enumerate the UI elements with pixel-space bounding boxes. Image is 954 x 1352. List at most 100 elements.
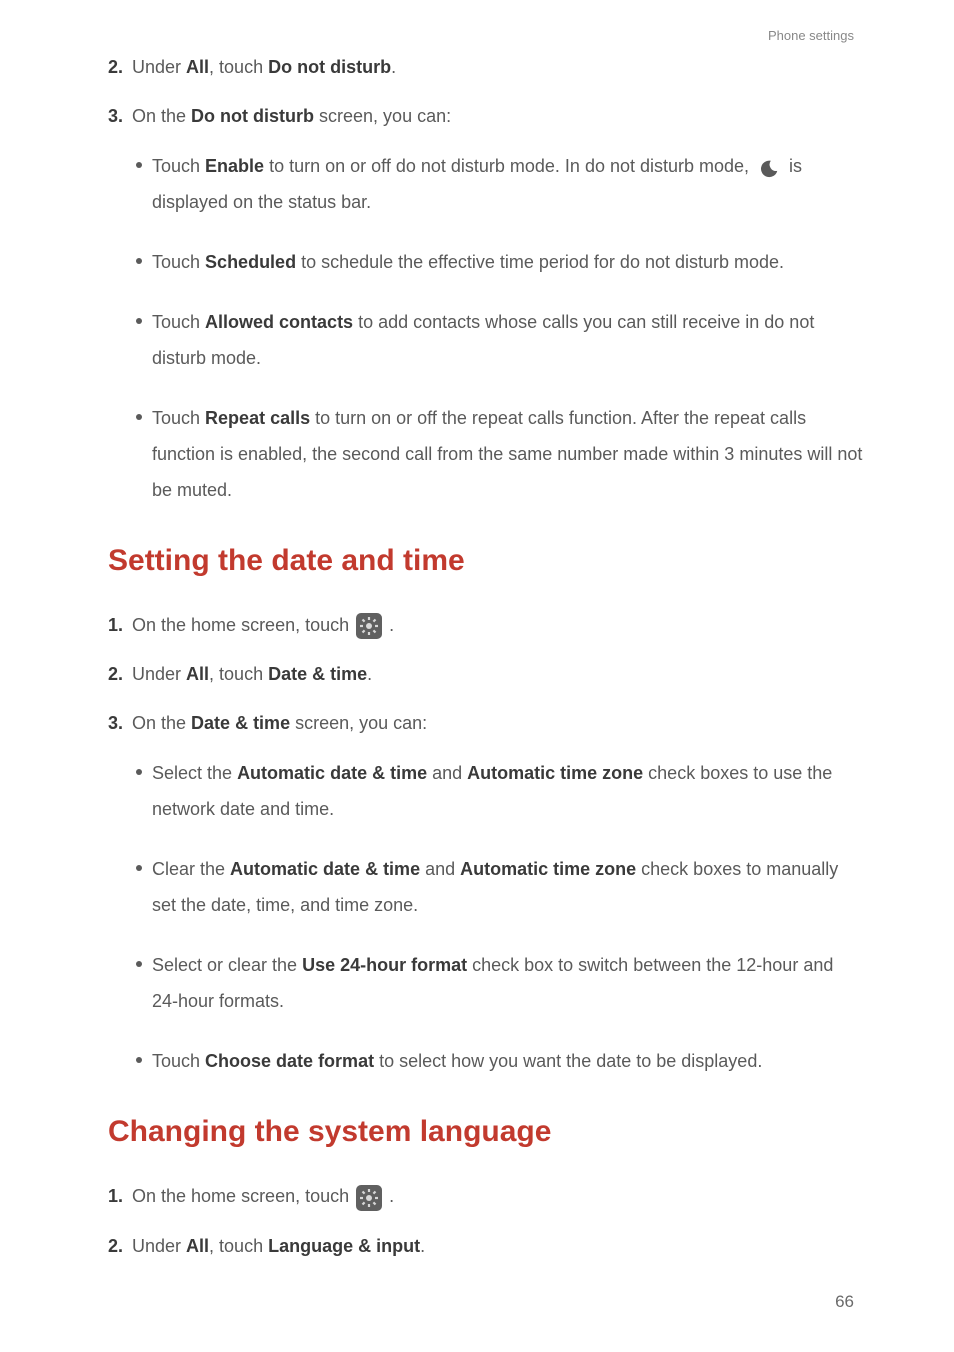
bullet-item: Touch Choose date format to select how y… [136,1043,864,1079]
step-number: 2. [108,1233,132,1260]
text: Under [132,1236,186,1256]
text: On the [132,106,191,126]
text: Under [132,664,186,684]
bold-auto-tz: Automatic time zone [467,763,643,783]
step-3: 3. On the Do not disturb screen, you can… [108,103,864,130]
bold-all: All [186,664,209,684]
page-number: 66 [835,1292,854,1312]
text: Clear the [152,859,230,879]
bullet-text: Clear the Automatic date & time and Auto… [152,851,864,923]
step-2: 2. Under All, touch Date & time. [108,661,864,688]
step-2: 2. Under All, touch Language & input. [108,1233,864,1260]
section-language: 1. On the home screen, touch . 2. Under … [108,1183,864,1259]
settings-icon [356,613,382,639]
section-do-not-disturb: 2. Under All, touch Do not disturb. 3. O… [108,54,864,508]
bold-dnd: Do not disturb [268,57,391,77]
step-text: On the Do not disturb screen, you can: [132,103,864,130]
step-2: 2. Under All, touch Do not disturb. [108,54,864,81]
text: . [384,1186,394,1206]
text: , touch [209,57,268,77]
bold-date-time: Date & time [191,713,290,733]
bold-date-time: Date & time [268,664,367,684]
text: Touch [152,156,205,176]
bullet-text: Touch Enable to turn on or off do not di… [152,148,864,220]
bullet-text: Select or clear the Use 24-hour format c… [152,947,864,1019]
step-text: Under All, touch Date & time. [132,661,864,688]
bullet-item: Touch Scheduled to schedule the effectiv… [136,244,864,280]
text: On the home screen, touch [132,615,354,635]
bullet-dot-icon [136,961,142,967]
bold-auto-datetime: Automatic date & time [230,859,420,879]
bold-repeat-calls: Repeat calls [205,408,310,428]
heading-date-time: Setting the date and time [108,544,864,578]
text: Touch [152,1051,205,1071]
bullet-dot-icon [136,162,142,168]
text: and [420,859,460,879]
step-text: Under All, touch Language & input. [132,1233,864,1260]
step-number: 1. [108,1183,132,1210]
bullet-dot-icon [136,318,142,324]
bold-enable: Enable [205,156,264,176]
text: Select or clear the [152,955,302,975]
bullet-item: Select or clear the Use 24-hour format c… [136,947,864,1019]
step-text: On the home screen, touch . [132,1183,864,1210]
step-1: 1. On the home screen, touch . [108,612,864,639]
bullet-item: Touch Allowed contacts to add contacts w… [136,304,864,376]
text: , touch [209,664,268,684]
bold-dnd: Do not disturb [191,106,314,126]
bullet-text: Touch Allowed contacts to add contacts w… [152,304,864,376]
bold-date-format: Choose date format [205,1051,374,1071]
bold-all: All [186,1236,209,1256]
bold-auto-tz: Automatic time zone [460,859,636,879]
step-text: On the Date & time screen, you can: [132,710,864,737]
text: screen, you can: [314,106,451,126]
bullet-item: Clear the Automatic date & time and Auto… [136,851,864,923]
step-number: 3. [108,103,132,130]
header-breadcrumb: Phone settings [768,28,854,43]
text: On the [132,713,191,733]
text: screen, you can: [290,713,427,733]
bold-language-input: Language & input [268,1236,420,1256]
text: . [391,57,396,77]
text: . [367,664,372,684]
bullet-dot-icon [136,414,142,420]
text: On the home screen, touch [132,1186,354,1206]
text: to select how you want the date to be di… [374,1051,762,1071]
step-number: 1. [108,612,132,639]
step-text: On the home screen, touch . [132,612,864,639]
bullet-item: Touch Enable to turn on or off do not di… [136,148,864,220]
settings-icon [356,1185,382,1211]
text: and [427,763,467,783]
step-1: 1. On the home screen, touch . [108,1183,864,1210]
bullet-list: Touch Enable to turn on or off do not di… [136,148,864,508]
text: to turn on or off do not disturb mode. I… [264,156,754,176]
section-date-time: 1. On the home screen, touch . 2. Under … [108,612,864,1079]
bullet-text: Select the Automatic date & time and Aut… [152,755,864,827]
bullet-item: Select the Automatic date & time and Aut… [136,755,864,827]
text: Under [132,57,186,77]
step-text: Under All, touch Do not disturb. [132,54,864,81]
text: . [384,615,394,635]
text: to schedule the effective time period fo… [296,252,784,272]
bullet-text: Touch Scheduled to schedule the effectiv… [152,244,864,280]
bullet-list: Select the Automatic date & time and Aut… [136,755,864,1079]
text: Touch [152,408,205,428]
text: Touch [152,312,205,332]
bold-scheduled: Scheduled [205,252,296,272]
step-number: 3. [108,710,132,737]
bold-24hour: Use 24-hour format [302,955,467,975]
bullet-text: Touch Repeat calls to turn on or off the… [152,400,864,508]
bullet-dot-icon [136,1057,142,1063]
text: Touch [152,252,205,272]
step-number: 2. [108,54,132,81]
bold-allowed-contacts: Allowed contacts [205,312,353,332]
text: , touch [209,1236,268,1256]
bullet-item: Touch Repeat calls to turn on or off the… [136,400,864,508]
heading-language: Changing the system language [108,1115,864,1149]
step-3: 3. On the Date & time screen, you can: [108,710,864,737]
text: Select the [152,763,237,783]
bullet-dot-icon [136,258,142,264]
text: . [420,1236,425,1256]
moon-icon [758,156,780,178]
step-number: 2. [108,661,132,688]
